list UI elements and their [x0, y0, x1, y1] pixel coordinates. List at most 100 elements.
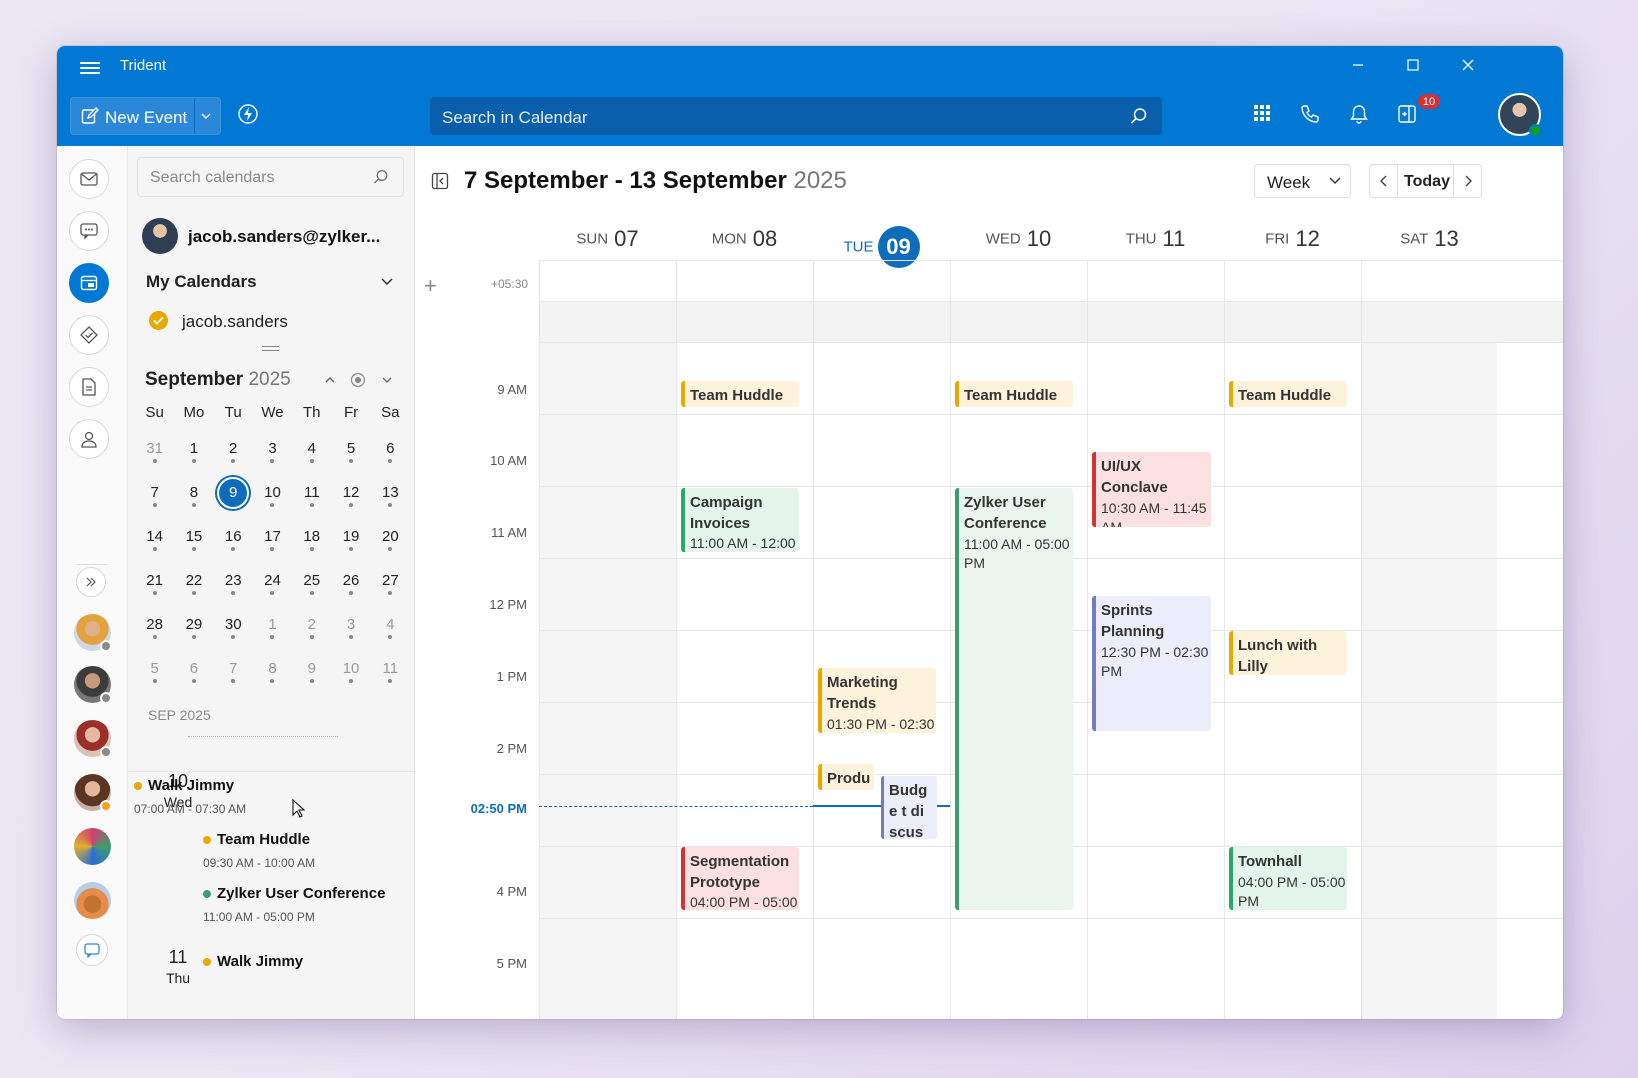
panel-toggle-icon[interactable]	[1397, 104, 1417, 124]
mini-calendar-day[interactable]: 26	[331, 560, 370, 604]
feedback-icon[interactable]	[76, 934, 108, 966]
day-header[interactable]: TUE 09	[813, 226, 950, 268]
mini-calendar-day[interactable]: 23	[214, 560, 253, 604]
minimize-button[interactable]	[1341, 52, 1375, 78]
event-campaign-invoices[interactable]: Campaign Invoices 11:00 AM - 12:00	[681, 488, 799, 552]
event-budget-discussion[interactable]: Budge t discus	[881, 776, 937, 839]
mini-calendar-day[interactable]: 2	[214, 428, 253, 472]
mini-calendar-day[interactable]: 12	[331, 472, 370, 516]
calendar-search-input[interactable]: Search in Calendar	[430, 97, 1162, 135]
all-day-row[interactable]	[539, 260, 1563, 302]
maximize-button[interactable]	[1396, 52, 1430, 78]
mini-calendar-day[interactable]: 27	[371, 560, 410, 604]
mini-calendar-day[interactable]: 11	[292, 472, 331, 516]
hamburger-menu-icon[interactable]	[80, 60, 100, 76]
mini-calendar-day[interactable]: 15	[174, 516, 213, 560]
mini-calendar-day[interactable]: 18	[292, 516, 331, 560]
mini-calendar-day[interactable]: 21	[135, 560, 174, 604]
chevron-up-icon[interactable]	[324, 374, 336, 386]
view-selector[interactable]: Week	[1254, 164, 1351, 198]
agenda-event[interactable]: Walk Jimmy	[197, 947, 395, 996]
week-grid[interactable]: Team Huddle Team Huddle Team Huddle Camp…	[539, 260, 1563, 1019]
agenda-event[interactable]: Walk Jimmy 07:00 AM - 07:30 AM	[128, 771, 414, 818]
mini-calendar-day[interactable]: 17	[253, 516, 292, 560]
mini-calendar-day[interactable]: 9	[292, 648, 331, 692]
event-zylker-user-conference[interactable]: Zylker User Conference 11:00 AM - 05:00 P…	[955, 488, 1073, 910]
agenda-event[interactable]: Zylker User Conference 11:00 AM - 05:00 …	[197, 879, 395, 928]
lightning-icon[interactable]	[237, 103, 259, 125]
previous-week-button[interactable]	[1370, 165, 1398, 197]
today-button[interactable]: Today	[1399, 173, 1455, 191]
account-email[interactable]: jacob.sanders@zylker...	[188, 227, 380, 247]
mini-calendar-day[interactable]: 19	[331, 516, 370, 560]
tasks-icon[interactable]	[69, 315, 109, 355]
calendar-search-field[interactable]: Search calendars	[137, 157, 404, 197]
mini-calendar-day[interactable]: 13	[371, 472, 410, 516]
notes-icon[interactable]	[69, 367, 109, 407]
mini-calendar-day[interactable]: 22	[174, 560, 213, 604]
mini-calendar-day[interactable]: 25	[292, 560, 331, 604]
contacts-icon[interactable]	[69, 419, 109, 459]
day-header[interactable]: MON 08	[676, 226, 813, 260]
mini-calendar-day[interactable]: 10	[331, 648, 370, 692]
day-header[interactable]: SUN 07	[539, 226, 676, 260]
mini-calendar-day[interactable]: 6	[174, 648, 213, 692]
mini-calendar-day[interactable]: 31	[135, 428, 174, 472]
mini-calendar-day[interactable]: 7	[214, 648, 253, 692]
calendar-item-label[interactable]: jacob.sanders	[182, 312, 288, 332]
account-avatar[interactable]	[142, 218, 178, 254]
event-segmentation-prototype[interactable]: Segmentation Prototype 04:00 PM - 05:00	[681, 847, 799, 910]
user-avatar[interactable]	[1498, 93, 1542, 137]
bell-icon[interactable]	[1349, 104, 1369, 124]
mini-calendar-day[interactable]: 11	[371, 648, 410, 692]
mini-calendar-day[interactable]: 20	[371, 516, 410, 560]
phone-icon[interactable]	[1300, 104, 1320, 124]
chevron-down-icon[interactable]	[381, 374, 393, 386]
mini-calendar-day[interactable]: 1	[174, 428, 213, 472]
new-event-button[interactable]: New Event	[70, 97, 221, 135]
calendar-icon[interactable]	[69, 263, 109, 303]
mini-calendar-day[interactable]: 28	[135, 604, 174, 648]
group-avatar[interactable]	[74, 828, 111, 865]
contact-avatar[interactable]	[74, 774, 112, 812]
add-all-day-icon[interactable]: +	[424, 273, 437, 299]
event-product[interactable]: Produ	[818, 764, 874, 790]
day-header[interactable]: FRI 12	[1224, 226, 1361, 260]
contact-avatar[interactable]	[74, 666, 112, 704]
close-button[interactable]	[1451, 52, 1485, 78]
expand-icon[interactable]	[76, 567, 106, 597]
mini-calendar-day[interactable]: 3	[253, 428, 292, 472]
mail-icon[interactable]	[69, 159, 109, 199]
apps-grid-icon[interactable]	[1253, 104, 1271, 122]
mini-calendar-day[interactable]: 8	[174, 472, 213, 516]
mini-calendar-day[interactable]: 4	[371, 604, 410, 648]
mini-calendar-day[interactable]: 9	[214, 472, 253, 516]
mini-calendar-day[interactable]: 16	[214, 516, 253, 560]
mini-calendar-day[interactable]: 8	[253, 648, 292, 692]
event-team-huddle[interactable]: Team Huddle	[681, 381, 799, 407]
day-header[interactable]: THU 11	[1087, 226, 1224, 260]
mini-calendar-day[interactable]: 14	[135, 516, 174, 560]
event-uiux-conclave[interactable]: UI/UX Conclave 10:30 AM - 11:45 AM	[1092, 452, 1211, 527]
event-sprints-planning[interactable]: Sprints Planning 12:30 PM - 02:30 PM	[1092, 596, 1211, 731]
search-icon[interactable]	[1130, 107, 1148, 125]
chevron-down-icon[interactable]	[380, 277, 394, 287]
event-team-huddle[interactable]: Team Huddle	[1229, 381, 1347, 407]
collapse-sidebar-icon[interactable]	[431, 172, 449, 190]
checkmark-icon[interactable]	[149, 311, 168, 330]
mini-calendar-day[interactable]: 6	[371, 428, 410, 472]
mini-calendar-day[interactable]: 5	[135, 648, 174, 692]
my-calendars-heading[interactable]: My Calendars	[146, 272, 257, 292]
mini-calendar-day[interactable]: 3	[331, 604, 370, 648]
mini-calendar-day[interactable]: 1	[253, 604, 292, 648]
group-avatar[interactable]	[74, 882, 111, 919]
mini-calendar-day[interactable]: 2	[292, 604, 331, 648]
mini-calendar-day[interactable]: 4	[292, 428, 331, 472]
mini-calendar-day[interactable]: 5	[331, 428, 370, 472]
event-marketing-trends[interactable]: Marketing Trends 01:30 PM - 02:30	[818, 668, 936, 733]
drag-handle-icon[interactable]	[262, 346, 279, 351]
chevron-down-icon[interactable]	[200, 110, 212, 122]
day-header[interactable]: SAT 13	[1361, 226, 1498, 260]
mini-calendar-day[interactable]: 30	[214, 604, 253, 648]
event-team-huddle[interactable]: Team Huddle	[955, 381, 1073, 407]
